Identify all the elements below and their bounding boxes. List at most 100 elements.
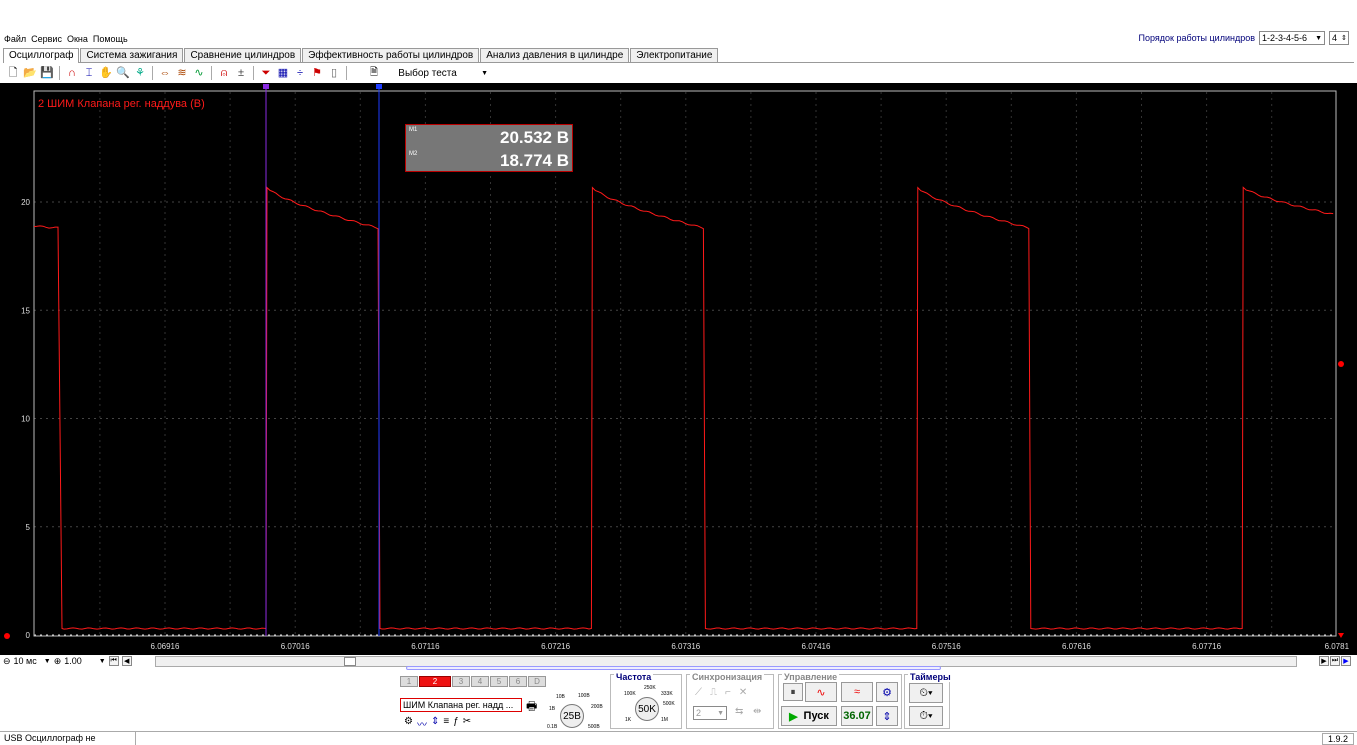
m1-value: 20.532 В bbox=[500, 128, 569, 147]
timer-1-button[interactable]: ⏲▾ bbox=[909, 683, 943, 703]
noise-mode-button[interactable]: ≈ bbox=[841, 682, 873, 702]
plot-border bbox=[33, 90, 1337, 637]
auto-settings-button[interactable]: ⚙ bbox=[876, 682, 898, 702]
auto-sync-icon[interactable]: ✕ bbox=[739, 687, 747, 698]
scroll-right-button[interactable]: ▶ bbox=[1319, 656, 1329, 666]
separator bbox=[346, 66, 347, 80]
scrollbar-thumb[interactable] bbox=[344, 657, 356, 666]
cylinder-count-spinner[interactable]: 4 ⇕ bbox=[1329, 31, 1349, 45]
zero-level-marker-right[interactable] bbox=[1338, 633, 1344, 638]
voltage-range-knob[interactable]: 25В bbox=[560, 704, 584, 728]
menu-help[interactable]: Помощь bbox=[93, 34, 128, 46]
flag-icon[interactable]: ⚑ bbox=[310, 66, 324, 80]
hand-tool-icon[interactable]: ✋ bbox=[99, 66, 113, 80]
channel-tools: ⚙ 〰 ⇕ ≡ ƒ ✂ bbox=[404, 716, 471, 731]
zero-level-icon[interactable]: ± bbox=[234, 66, 248, 80]
open-folder-icon[interactable]: 📂 bbox=[23, 66, 37, 80]
go-end-button[interactable]: ⏭ bbox=[1330, 656, 1340, 666]
go-start-button[interactable]: ⏮ bbox=[108, 656, 119, 666]
tab-oscilloscope[interactable]: Осциллограф bbox=[3, 48, 80, 63]
zoom-select[interactable]: 1.00 bbox=[64, 656, 82, 666]
filter-icon[interactable]: ⍝ bbox=[217, 66, 231, 80]
channel-1-button[interactable]: 1 bbox=[400, 676, 418, 687]
test-select[interactable]: 🗎 Выбор теста ▼ bbox=[370, 65, 488, 82]
start-button[interactable]: ▶ Пуск bbox=[781, 706, 837, 726]
tools-icon[interactable]: ✂ bbox=[463, 716, 471, 731]
chevron-down-icon[interactable]: ▼ bbox=[99, 658, 106, 665]
spectrum-icon[interactable]: ∿ bbox=[192, 66, 206, 80]
freq-tick: 250K bbox=[644, 685, 656, 691]
zoom-icon[interactable]: 🔍 bbox=[116, 66, 130, 80]
sine-mode-button[interactable]: ∿ bbox=[805, 682, 837, 702]
function-icon[interactable]: ƒ bbox=[453, 716, 459, 731]
channel-name-field[interactable]: ШИМ Клапана рег. надд ... bbox=[400, 698, 522, 712]
zoom-in-icon[interactable]: ⊕ bbox=[54, 656, 62, 667]
oscilloscope-display[interactable]: 20 15 10 5 0 6.06916 6.07016 6.07116 6.07216 6.0… bbox=[0, 83, 1357, 655]
rising-edge-icon[interactable]: ⟋ bbox=[695, 687, 702, 698]
tree-icon[interactable]: ⚘ bbox=[133, 66, 147, 80]
trigger-marker-right[interactable] bbox=[1338, 361, 1344, 367]
channel-3-button[interactable]: 3 bbox=[452, 676, 470, 687]
chevron-down-icon: ▼ bbox=[481, 69, 488, 77]
cylinder-order-select[interactable]: 1-2-3-4-5-6 ▼ bbox=[1259, 31, 1325, 45]
probe-icon[interactable]: 🖶 bbox=[526, 697, 537, 718]
channel-d-button[interactable]: D bbox=[528, 676, 546, 687]
tab-cylinder-efficiency[interactable]: Эффективность работы цилиндров bbox=[302, 48, 480, 62]
zoom-out-icon[interactable]: ⊖ bbox=[3, 656, 11, 667]
waves-icon[interactable]: ≋ bbox=[175, 66, 189, 80]
menu-bar: Файл Сервис Окна Помощь bbox=[4, 34, 128, 46]
channel-label: 2 ШИМ Клапана рег. наддува (В) bbox=[38, 98, 205, 110]
frequency-knob[interactable]: 50K bbox=[635, 697, 659, 721]
channel-2-button[interactable]: 2 bbox=[419, 676, 451, 687]
save-icon[interactable]: 💾 bbox=[40, 66, 54, 80]
sync-channel-select[interactable]: 2 ▼ bbox=[693, 706, 727, 720]
channel-4-button[interactable]: 4 bbox=[471, 676, 489, 687]
menu-windows[interactable]: Окна bbox=[67, 34, 88, 46]
panel-slider[interactable] bbox=[406, 666, 941, 670]
document-icon[interactable]: ▯ bbox=[327, 66, 341, 80]
chevron-down-icon[interactable]: ▼ bbox=[44, 658, 51, 665]
waveform-plot[interactable]: 20151050 6.06916 6.07016 6.07116 6.07216 6.0… bbox=[0, 83, 1357, 655]
split-icon[interactable]: ÷ bbox=[293, 66, 307, 80]
table-icon[interactable]: ▦ bbox=[276, 66, 290, 80]
new-file-icon[interactable]: 🗋 bbox=[6, 66, 20, 80]
timer-2-button[interactable]: ⏱▾ bbox=[909, 706, 943, 726]
status-bar: USB Осциллограф не подключен 1.9.2 bbox=[0, 731, 1357, 745]
falling-edge-icon[interactable]: ⌐ bbox=[725, 687, 731, 698]
pause-button[interactable]: ⏸ bbox=[783, 683, 803, 701]
scroll-left-button[interactable]: ◀ bbox=[121, 656, 132, 666]
y-tick-label: 0 bbox=[26, 631, 31, 640]
separator bbox=[59, 66, 60, 80]
funnel-icon[interactable]: ⏷ bbox=[259, 66, 273, 80]
lines-icon[interactable]: ≡ bbox=[443, 716, 449, 731]
cylinder-order: Порядок работы цилиндров 1-2-3-4-5-6 ▼ 4 ⇕ bbox=[1139, 31, 1349, 45]
updown-icon[interactable]: ⇕ bbox=[431, 716, 439, 731]
frequency-value: 50K bbox=[638, 703, 656, 715]
tab-cylinder-compare[interactable]: Сравнение цилиндров bbox=[184, 48, 302, 62]
marker-m2-handle[interactable] bbox=[376, 84, 382, 89]
sync-arrows-icon[interactable]: ⇹ bbox=[753, 706, 761, 717]
y-tick-label: 20 bbox=[21, 198, 30, 207]
headphones-icon[interactable]: ∩ bbox=[65, 66, 79, 80]
sync-swap-icon[interactable]: ⇆ bbox=[735, 706, 743, 717]
marker-m1-handle[interactable] bbox=[263, 84, 269, 89]
tab-power-supply[interactable]: Электропитание bbox=[630, 48, 719, 62]
settings-icon[interactable]: ⚙ bbox=[404, 716, 413, 731]
y-tick-label: 15 bbox=[21, 306, 30, 315]
voltage-range-value: 25В bbox=[563, 710, 581, 722]
auto-scale-button[interactable]: ⇕ bbox=[876, 706, 898, 726]
pulse-icon[interactable]: ⎍ bbox=[710, 687, 717, 698]
zero-level-marker-left[interactable] bbox=[4, 633, 10, 639]
cursor-tool-icon[interactable]: ⌶ bbox=[82, 66, 96, 80]
compress-icon[interactable]: ⇔ bbox=[158, 66, 172, 80]
tab-ignition[interactable]: Система зажигания bbox=[80, 48, 184, 62]
time-scale-select[interactable]: 10 мс bbox=[14, 656, 37, 666]
menu-service[interactable]: Сервис bbox=[31, 34, 62, 46]
test-select-label: Выбор теста bbox=[398, 67, 457, 79]
wave-icon[interactable]: 〰 bbox=[417, 716, 427, 731]
tab-cylinder-pressure[interactable]: Анализ давления в цилиндре bbox=[480, 48, 630, 62]
menu-file[interactable]: Файл bbox=[4, 34, 26, 46]
channel-5-button[interactable]: 5 bbox=[490, 676, 508, 687]
channel-6-button[interactable]: 6 bbox=[509, 676, 527, 687]
play-button[interactable]: ▶ bbox=[1341, 656, 1351, 666]
